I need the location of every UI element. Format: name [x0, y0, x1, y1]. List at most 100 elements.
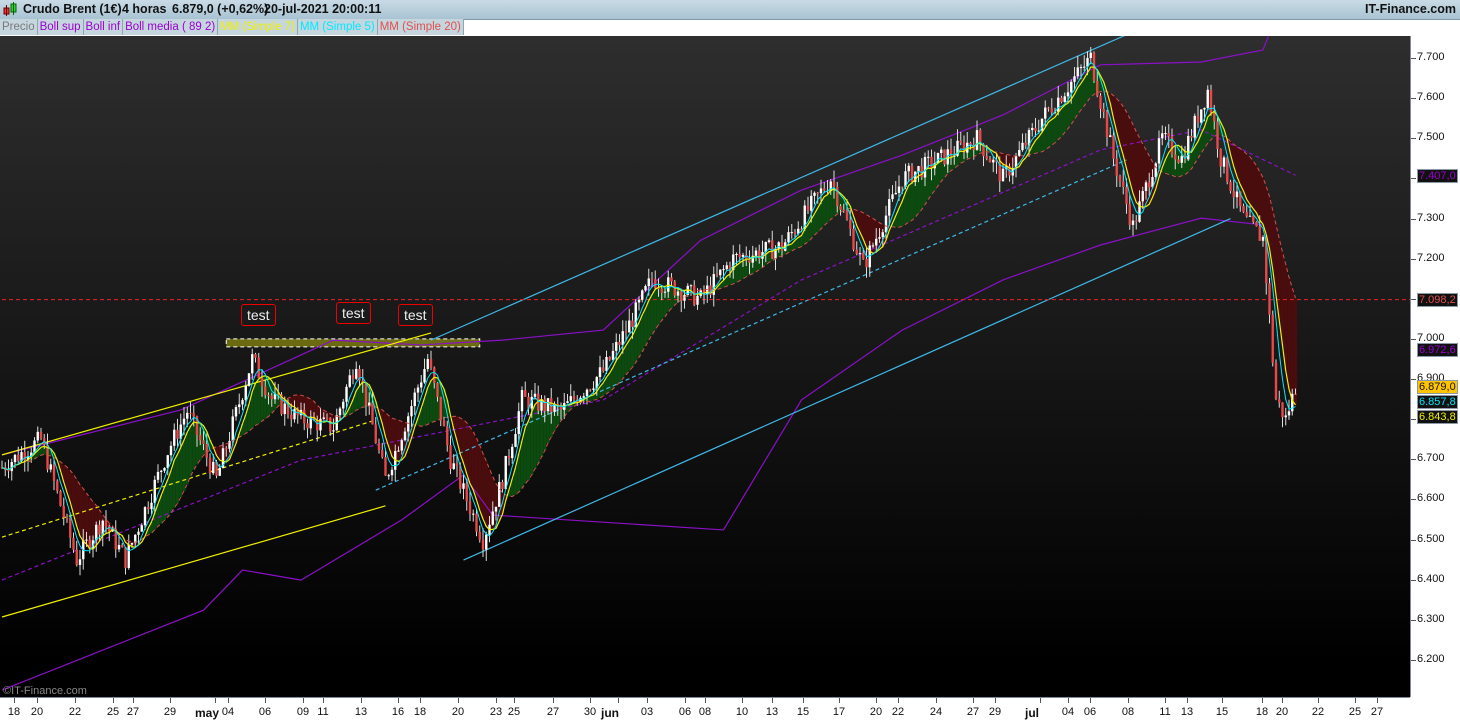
candle-body [976, 130, 978, 150]
candle-body [644, 286, 646, 290]
candle-body [1142, 191, 1144, 201]
candle-body [59, 491, 61, 506]
candle [238, 394, 240, 414]
time-tick-label: 13 [1181, 706, 1193, 718]
test-annotation[interactable]: test [241, 304, 276, 326]
candle-body [375, 424, 377, 443]
candle [508, 449, 510, 465]
candle-body [388, 475, 390, 476]
time-tick [514, 698, 515, 703]
candle-body [518, 411, 520, 434]
candle-body [521, 390, 523, 411]
ma-cloud-segment [940, 161, 943, 182]
candle [888, 189, 890, 226]
legend-item[interactable]: MM (Simple 20) [378, 19, 464, 35]
candle-body [1226, 158, 1228, 182]
time-tick [1222, 698, 1223, 703]
candle-body [1252, 216, 1254, 222]
candle [17, 447, 19, 463]
legend-item[interactable]: MM (Simple 5) [298, 19, 378, 35]
candle-body [898, 187, 900, 193]
candle-body [1116, 159, 1118, 176]
candle-body [475, 514, 477, 532]
candle [388, 474, 390, 480]
legend-item[interactable]: Boll sup [38, 19, 84, 35]
time-tick [839, 698, 840, 703]
candle [589, 389, 591, 392]
boll-media-line [2, 130, 1296, 580]
candle-body [664, 292, 666, 293]
candle-body [453, 463, 455, 469]
price-chart[interactable]: test test test [0, 36, 1410, 697]
ma-cloud-segment [1086, 73, 1089, 102]
candle-body [618, 342, 620, 345]
price-axis[interactable]: 7.7007.6007.5007.4007.3007.2007.1007.000… [1410, 36, 1460, 697]
candle-body [56, 481, 58, 491]
candle-body [505, 456, 507, 489]
candle-body [105, 521, 107, 526]
test-annotation[interactable]: test [398, 304, 433, 326]
time-tick-label: jul [1025, 706, 1039, 720]
candle [375, 417, 377, 444]
ma-cloud-segment [468, 427, 471, 484]
candle-body [1190, 136, 1192, 138]
candle-body [384, 457, 386, 476]
candle-body [1197, 116, 1199, 123]
time-tick [803, 698, 804, 703]
candle [1216, 117, 1218, 157]
candle-body [885, 216, 887, 233]
ma-cloud-segment [192, 422, 195, 470]
time-tick [228, 698, 229, 703]
time-tick-label: 15 [1216, 706, 1228, 718]
candle [1262, 235, 1264, 247]
candle-body [1103, 109, 1105, 112]
blue-channel-mid [376, 160, 1127, 490]
candle [1210, 85, 1212, 116]
candle-body [241, 400, 243, 404]
candle [479, 525, 481, 542]
ma-cloud-segment [1190, 152, 1193, 169]
time-axis[interactable]: 182022252729may040609111316182023252730j… [0, 697, 1410, 721]
candle [1106, 110, 1108, 147]
ma-cloud-segment [1255, 166, 1258, 213]
candle-body [365, 382, 367, 405]
price-tick [1411, 259, 1416, 260]
test-annotation[interactable]: test [336, 302, 371, 324]
candle-body [1268, 283, 1270, 314]
candle-body [391, 470, 393, 475]
candle-body [524, 390, 526, 397]
candle [76, 541, 78, 567]
legend-item[interactable]: Boll media ( 89 2) [123, 19, 218, 35]
time-tick [361, 698, 362, 703]
ma-cloud-segment [647, 301, 650, 341]
candle-body [719, 270, 721, 276]
candle-body [901, 187, 903, 188]
candle-body [1161, 133, 1163, 138]
candle-body [612, 351, 614, 360]
candle [771, 231, 773, 259]
candle-body [1106, 112, 1108, 137]
timeframe[interactable]: 4 horas [122, 2, 166, 16]
candle [176, 419, 178, 447]
legend-item[interactable]: Boll inf [84, 19, 124, 35]
candle-body [693, 285, 695, 304]
candle [807, 197, 809, 214]
legend-item[interactable]: MM (Simple 7) [218, 19, 298, 35]
time-tick [772, 698, 773, 703]
candle-body [118, 545, 120, 549]
candle-body [1194, 116, 1196, 138]
candle-body [989, 158, 991, 162]
candle-body [566, 401, 568, 403]
candle-body [69, 518, 71, 538]
time-tick [742, 698, 743, 703]
candle [124, 547, 126, 574]
price-tick-label: 7.200 [1417, 252, 1445, 264]
candle [163, 467, 165, 473]
ma-cloud-segment [959, 151, 962, 163]
time-tick [1282, 698, 1283, 703]
ma-cloud-segment [1050, 120, 1053, 146]
candle-body [573, 396, 575, 399]
candle-body [823, 188, 825, 190]
legend-item[interactable]: Precio [0, 19, 38, 35]
time-tick [496, 698, 497, 703]
